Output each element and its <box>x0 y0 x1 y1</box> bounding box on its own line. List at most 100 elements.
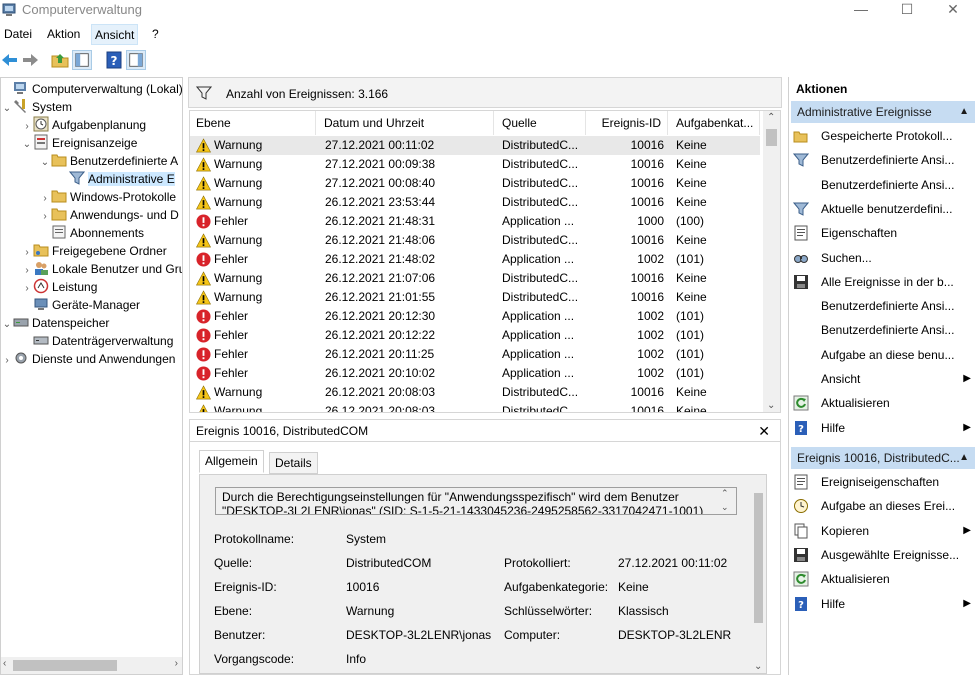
chevron-down-icon[interactable]: ⌄ <box>1 100 13 118</box>
actions-section-administrative-ereignisse[interactable]: Administrative Ereignisse ▲ <box>791 101 975 123</box>
tree-item-leistung[interactable]: › Leistung <box>21 278 97 296</box>
tree-horizontal-scrollbar[interactable]: ‹ › <box>1 657 182 674</box>
table-row[interactable]: Fehler 26.12.2021 20:12:30 Application ...… <box>190 307 760 326</box>
menu-ansicht[interactable]: Ansicht <box>91 24 139 45</box>
table-row[interactable]: Warnung 27.12.2021 00:08:40 DistributedC..… <box>190 174 760 193</box>
action-item[interactable]: Ausgewählte Ereignisse... <box>793 543 975 567</box>
action-item[interactable]: Ereigniseigenschaften <box>793 470 975 494</box>
cell-event-id: 10016 <box>630 271 664 285</box>
action-item[interactable]: Suchen... <box>793 246 975 270</box>
collapse-up-icon[interactable]: ▲ <box>959 101 969 123</box>
event-table-vertical-scrollbar[interactable]: ⌃ ⌄ <box>763 111 780 412</box>
action-item[interactable]: Aufgabe an dieses Erei... <box>793 494 975 518</box>
tree-item-anwendungs-protokolle[interactable]: › Anwendungs- und D <box>39 206 178 224</box>
forward-arrow-icon[interactable] <box>20 50 40 70</box>
action-item[interactable]: Benutzerdefinierte Ansi... <box>793 294 975 318</box>
table-row[interactable]: Fehler 26.12.2021 21:48:02 Application ...… <box>190 250 760 269</box>
tree-item-abonnements[interactable]: Abonnements <box>39 224 144 242</box>
column-header-datum[interactable]: Datum und Uhrzeit <box>318 111 494 135</box>
tree-item-freigegebene-ordner[interactable]: › Freigegebene Ordner <box>21 242 166 260</box>
action-item[interactable]: Eigenschaften <box>793 221 975 245</box>
action-label: Alle Ereignisse in der b... <box>821 274 954 289</box>
minimize-button[interactable]: — <box>838 0 884 22</box>
collapse-up-icon[interactable]: ▲ <box>959 447 969 469</box>
menu-datei[interactable]: Datei <box>1 24 35 45</box>
tree-item-aufgabenplanung[interactable]: › Aufgabenplanung <box>21 116 146 134</box>
column-header-quelle[interactable]: Quelle <box>496 111 586 135</box>
table-row[interactable]: Fehler 26.12.2021 20:11:25 Application ...… <box>190 345 760 364</box>
scroll-right-icon[interactable]: › <box>175 658 178 669</box>
table-row[interactable]: Warnung 26.12.2021 20:08:03 DistributedC..… <box>190 383 760 402</box>
chevron-down-icon[interactable]: ⌄ <box>1 316 13 334</box>
chevron-down-icon[interactable]: ⌄ <box>39 154 51 172</box>
menu-aktion[interactable]: Aktion <box>44 24 83 45</box>
tree-item-geraete-manager[interactable]: Geräte-Manager <box>21 296 140 314</box>
tree-item-datentraegerverwaltung[interactable]: Datenträgerverwaltung <box>21 332 173 350</box>
tree-item-computerverwaltung[interactable]: Computerverwaltung (Lokal) <box>1 80 182 98</box>
scroll-up-icon[interactable]: ⌃ <box>767 112 775 123</box>
table-row[interactable]: Warnung 27.12.2021 00:09:38 DistributedC..… <box>190 155 760 174</box>
tree-item-ereignisanzeige[interactable]: ⌄ Ereignisanzeige <box>21 134 137 152</box>
table-row[interactable]: Fehler 26.12.2021 21:48:31 Application ...… <box>190 212 760 231</box>
action-item[interactable]: Ansicht ▶ <box>793 367 975 391</box>
action-item[interactable]: Alle Ereignisse in der b... <box>793 270 975 294</box>
table-row[interactable]: Warnung 27.12.2021 00:11:02 DistributedC..… <box>190 136 760 155</box>
action-item[interactable]: Aktualisieren <box>793 567 975 591</box>
table-row[interactable]: Fehler 26.12.2021 20:12:22 Application ...… <box>190 326 760 345</box>
actions-section-ereignis[interactable]: Ereignis 10016, DistributedC... ▲ <box>791 447 975 469</box>
action-item[interactable]: Benutzerdefinierte Ansi... <box>793 148 975 172</box>
action-item[interactable]: ? Hilfe ▶ <box>793 416 975 440</box>
action-item[interactable]: Aktualisieren <box>793 391 975 415</box>
back-arrow-icon[interactable] <box>0 50 20 70</box>
table-row[interactable]: Warnung 26.12.2021 20:08:03 DistributedC..… <box>190 402 760 412</box>
tree-item-system[interactable]: ⌄ System <box>1 98 72 116</box>
scrollbar-thumb[interactable] <box>766 129 777 146</box>
tree-item-windows-protokolle[interactable]: › Windows-Protokolle <box>39 188 176 206</box>
table-row[interactable]: Fehler 26.12.2021 20:10:02 Application ...… <box>190 364 760 383</box>
menu-help[interactable]: ? <box>149 24 162 45</box>
action-item[interactable]: Aufgabe an diese benu... <box>793 343 975 367</box>
up-folder-icon[interactable] <box>50 50 70 70</box>
field-value-protokolliert: 27.12.2021 00:11:02 <box>618 556 728 570</box>
event-message-box[interactable]: Durch die Berechtigungseinstellungen für… <box>215 487 737 515</box>
close-button[interactable]: ✕ <box>930 0 976 22</box>
scrollbar-thumb[interactable] <box>13 660 117 671</box>
table-row[interactable]: Warnung 26.12.2021 21:48:06 DistributedC..… <box>190 231 760 250</box>
scroll-down-icon[interactable]: ⌄ <box>754 661 762 672</box>
action-item[interactable]: Aktuelle benutzerdefini... <box>793 197 975 221</box>
tree-item-administrative-ereignisse[interactable]: Administrative E <box>57 170 182 188</box>
maximize-button[interactable]: ☐ <box>884 0 930 22</box>
show-hide-action-pane-icon[interactable] <box>126 50 146 70</box>
column-header-aufgabenkategorie[interactable]: Aufgabenkat... <box>670 111 760 135</box>
action-item[interactable]: Benutzerdefinierte Ansi... <box>793 318 975 342</box>
scroll-down-icon[interactable]: ⌄ <box>767 400 775 411</box>
cell-level: Warnung <box>214 290 263 304</box>
scroll-left-icon[interactable]: ‹ <box>3 658 6 669</box>
tab-allgemein[interactable]: Allgemein <box>199 450 264 473</box>
tab-details[interactable]: Details <box>269 452 318 474</box>
action-item[interactable]: Benutzerdefinierte Ansi... <box>793 173 975 197</box>
warning-icon <box>196 385 211 400</box>
help-icon[interactable]: ? <box>104 50 124 70</box>
chevron-right-icon[interactable]: › <box>1 352 13 370</box>
show-hide-tree-icon[interactable] <box>72 50 92 70</box>
table-row[interactable]: Warnung 26.12.2021 21:01:55 DistributedC..… <box>190 288 760 307</box>
action-item[interactable]: Kopieren ▶ <box>793 519 975 543</box>
tree-item-lokale-benutzer[interactable]: › Lokale Benutzer und Gru <box>21 260 182 278</box>
action-item[interactable]: Gespeicherte Protokoll... <box>793 124 975 148</box>
column-header-ebene[interactable]: Ebene <box>190 111 316 135</box>
column-header-ereignis-id[interactable]: Ereignis-ID <box>588 111 668 135</box>
detail-vertical-scrollbar[interactable]: ⌄ <box>751 475 766 673</box>
scrollbar-thumb[interactable] <box>754 493 763 623</box>
tree-item-datenspeicher[interactable]: ⌄ Datenspeicher <box>1 314 110 334</box>
scroll-up-icon[interactable]: ⌃ <box>721 488 729 499</box>
action-item[interactable]: ? Hilfe ▶ <box>793 592 975 616</box>
table-row[interactable]: Warnung 26.12.2021 21:07:06 DistributedC..… <box>190 269 760 288</box>
cell-source: DistributedC... <box>502 195 579 209</box>
tree-item-dienste-und-anwendungen[interactable]: › Dienste und Anwendungen <box>1 350 175 368</box>
close-icon[interactable]: ✕ <box>758 420 770 442</box>
table-row[interactable]: Warnung 26.12.2021 23:53:44 DistributedC..… <box>190 193 760 212</box>
chevron-down-icon[interactable]: ⌄ <box>21 136 33 154</box>
tree-item-benutzerdefinierte-ansichten[interactable]: ⌄ Benutzerdefinierte A <box>39 152 178 170</box>
scroll-down-icon[interactable]: ⌄ <box>721 502 729 513</box>
